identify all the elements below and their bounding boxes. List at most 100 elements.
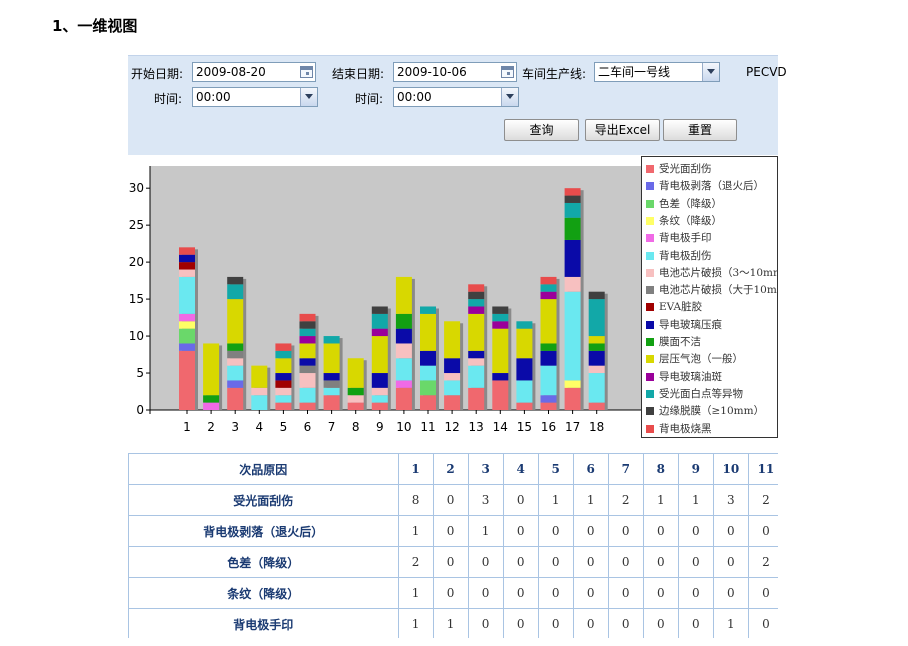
table-cell: 0 [572,515,609,547]
bar-segment [444,358,461,374]
bar-segment [420,350,436,366]
calendar-icon[interactable] [501,66,514,78]
legend-swatch [646,182,654,191]
table-cell: 1 [677,484,714,516]
x-tick-label: 15 [517,420,532,434]
x-tick-label: 18 [589,420,604,434]
bar-segment [516,380,533,403]
table-cell: 0 [677,608,714,638]
bar-segment [540,365,557,396]
bar-segment [444,373,461,381]
bar-segment [468,313,485,351]
bar-segment [371,336,388,374]
reset-button[interactable]: 重置 [663,119,737,141]
table-cell: 1 [572,484,609,516]
query-button[interactable]: 查询 [504,119,579,141]
table-cell: 0 [502,608,539,638]
table-header-cell: 2 [432,453,469,485]
bar-segment [395,343,412,359]
bar-segment [492,380,509,410]
table-cell: 1 [642,484,679,516]
legend-label: 层压气泡（一般） [659,353,743,366]
bar-segment [492,313,509,322]
line-select[interactable]: 二车间一号线 [594,62,720,82]
bar-segment [227,358,244,366]
bar-segment [588,402,605,410]
bar-segment [203,343,220,396]
legend-swatch [646,268,654,277]
chevron-down-icon[interactable] [300,88,317,106]
bar-segment [371,387,388,396]
table-header-cell: 1 [397,453,434,485]
bar-segment [251,365,268,388]
table-cell: 2 [747,484,778,516]
table-cell: 0 [467,608,504,638]
bar-segment [323,380,340,388]
table-cell: 0 [572,546,609,578]
bar-segment [395,358,412,381]
start-time-select[interactable]: 00:00 [192,87,318,107]
x-tick-label: 9 [376,420,384,434]
bar-segment [323,336,340,344]
bar-segment [395,387,412,410]
export-excel-button[interactable]: 导出Excel [585,119,660,141]
bar-segment [275,395,292,403]
bar-segment [299,358,316,366]
table-cell: 0 [642,608,679,638]
bar-segment [227,380,244,388]
bar-segment [588,343,605,351]
table-cell: 1 [467,515,504,547]
legend-swatch [646,216,654,225]
legend-label: 边缘脱膜（≥10mm） [659,405,765,418]
legend-swatch [646,286,654,295]
legend-label: 电池芯片破损（3～10mm） [659,266,777,279]
bar-segment [564,188,581,196]
x-tick-label: 14 [493,420,508,434]
table-cell: 0 [502,515,539,547]
start-date-label: 开始日期: [131,67,184,81]
x-tick-label: 1 [183,420,191,434]
bar-segment [179,262,195,270]
chevron-down-icon[interactable] [702,63,719,81]
bar-segment [347,387,364,396]
legend-swatch [646,407,654,416]
table-cell: 8 [397,484,434,516]
bar-segment [564,195,581,203]
x-tick-label: 7 [328,420,336,434]
bar-segment [251,387,268,396]
bar-segment [540,284,557,292]
table-cell: 0 [467,546,504,578]
y-tick-label: 5 [136,366,144,380]
table-cell: 0 [607,515,644,547]
table-cell: 0 [677,577,714,609]
bar-segment [347,358,364,388]
legend-swatch [646,355,654,364]
end-time-select[interactable]: 00:00 [393,87,519,107]
table-header-cell: 8 [642,453,679,485]
bar-segment [179,328,195,344]
bar-segment [468,350,485,359]
legend-label: 背电极刮伤 [659,249,712,262]
chart-legend: 受光面刮伤 背电极剥落（退火后） 色差（降级） 条纹（降级） 背电极手印 背电极刮伤 电池芯… [641,156,778,438]
table-cell: 0 [537,608,574,638]
bar-segment [588,350,605,366]
table-cell: 0 [642,515,679,547]
chevron-down-icon[interactable] [501,88,518,106]
bar-segment [323,395,340,410]
bar-segment [299,321,316,329]
end-time-label: 时间: [355,92,384,106]
table-header-cell: 7 [607,453,644,485]
table-cell: 0 [677,546,714,578]
table-cell: 3 [712,484,749,516]
bar-segment [564,276,581,292]
bar-segment [227,284,244,300]
bar-segment [371,306,388,314]
end-date-input[interactable]: 2009-10-06 [393,62,517,82]
bar-segment [564,380,581,388]
calendar-icon[interactable] [300,66,313,78]
legend-label: 背电极烧黑 [659,422,712,435]
bar-segment [420,313,436,351]
table-row: 色差（降级） 2 0 0 0 0 0 0 0 0 0 2 [128,546,778,578]
bar-segment [179,269,195,277]
start-date-input[interactable]: 2009-08-20 [192,62,316,82]
